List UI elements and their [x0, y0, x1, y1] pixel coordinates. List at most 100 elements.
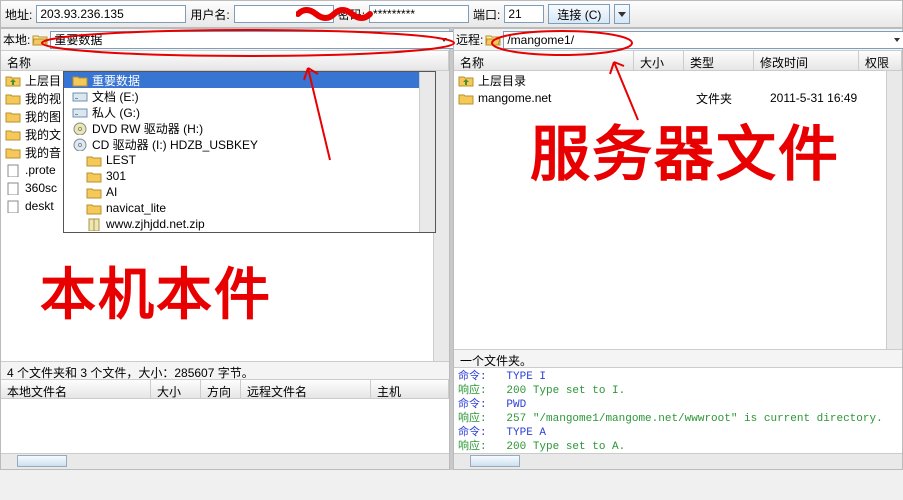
log-text: 200 Type set to I. [506, 385, 625, 397]
drive-icon [72, 90, 88, 103]
local-hscrollbar[interactable] [1, 453, 449, 469]
dropdown-item[interactable]: 301 [64, 168, 435, 184]
cell-name: mangome.net [478, 91, 638, 105]
log-text: PWD [506, 399, 526, 411]
remote-path-label: 远程: [456, 31, 483, 48]
remote-path-dropdown-icon[interactable] [894, 38, 900, 42]
list-item[interactable]: mangome.net 文件夹 2011-5-31 16:49 [454, 89, 902, 107]
server-log[interactable]: 命令: TYPE I响应: 200 Type set to I.命令: PWD响… [454, 367, 902, 453]
transfer-queue-body[interactable] [1, 399, 449, 453]
dropdown-item-label: 文档 (E:) [92, 88, 139, 105]
dropdown-item[interactable]: www.zjhjdd.net.zip [64, 216, 435, 232]
file-icon [5, 164, 21, 177]
local-path-label: 本地: [3, 31, 30, 48]
dropdown-item-label: navicat_lite [106, 201, 166, 215]
port-label: 端口: [473, 6, 500, 23]
remote-hscrollbar[interactable] [454, 453, 902, 469]
folder-icon [485, 33, 501, 47]
cell-name: 上层目录 [478, 72, 638, 89]
local-filelist[interactable]: 上层目我的视我的图我的文我的音.prote360scdeskt 重要数据文档 (… [1, 71, 449, 361]
scrollbar-icon[interactable] [419, 72, 435, 232]
address-input[interactable] [36, 5, 186, 23]
col-local-file[interactable]: 本地文件名 [1, 380, 151, 398]
col-direction[interactable]: 方向 [201, 380, 241, 398]
folder-icon [86, 202, 102, 215]
folder-icon [86, 154, 102, 167]
log-line: 响应: 257 "/mangome1/mangome.net/wwwroot" … [458, 412, 898, 426]
local-statusbar: 4 个文件夹和 3 个文件，大小：285607 字节。 [1, 361, 449, 379]
folder-icon [5, 92, 21, 105]
dropdown-item-label: 私人 (G:) [92, 104, 140, 121]
local-path-row: 本地: [1, 29, 449, 51]
remote-filelist[interactable]: 上层目录 mangome.net 文件夹 2011-5-31 16:49 [454, 71, 902, 349]
col-name[interactable]: 名称 [454, 51, 634, 70]
log-line: 命令: TYPE A [458, 426, 898, 440]
list-item[interactable]: 上层目录 [454, 71, 902, 89]
col-size[interactable]: 大小 [151, 380, 201, 398]
remote-statusbar: 一个文件夹。 [454, 349, 902, 367]
dvd-icon [72, 122, 88, 135]
dropdown-item-label: AI [106, 185, 117, 199]
dropdown-item-label: 重要数据 [92, 72, 140, 89]
local-pane: 本地: 名称 上层目我的视我的图我的文我的音.prote360scdeskt 重… [0, 28, 450, 470]
log-label: 响应: [458, 413, 487, 425]
local-path-dropdown[interactable]: 重要数据文档 (E:)私人 (G:)DVD RW 驱动器 (H:)CD 驱动器 … [63, 71, 436, 233]
up-icon [5, 74, 21, 87]
password-label: 密码: [338, 6, 365, 23]
dropdown-item-label: CD 驱动器 (I:) HDZB_USBKEY [92, 136, 258, 153]
log-label: 响应: [458, 385, 487, 397]
file-icon [5, 200, 21, 213]
dropdown-item[interactable]: 重要数据 [64, 72, 435, 88]
connection-toolbar: 地址: 用户名: 密码: 端口: 连接 (C) [0, 0, 903, 28]
cd-icon [72, 138, 88, 151]
drive-icon [72, 106, 88, 119]
username-input[interactable] [234, 5, 334, 23]
log-label: 命令: [458, 427, 487, 439]
log-text: TYPE I [506, 371, 546, 383]
remote-path-input[interactable] [503, 31, 903, 49]
dropdown-item[interactable]: CD 驱动器 (I:) HDZB_USBKEY [64, 136, 435, 152]
port-input[interactable] [504, 5, 544, 23]
dropdown-item-label: LEST [106, 153, 136, 167]
dropdown-item[interactable]: 文档 (E:) [64, 88, 435, 104]
log-text: TYPE A [506, 427, 546, 439]
folder-icon [72, 74, 88, 87]
col-size[interactable]: 大小 [634, 51, 684, 70]
file-icon [5, 182, 21, 195]
dropdown-item[interactable]: AI [64, 184, 435, 200]
col-remote-file[interactable]: 远程文件名 [241, 380, 371, 398]
folder-icon [86, 186, 102, 199]
transfer-queue-headers: 本地文件名 大小 方向 远程文件名 主机 [1, 379, 449, 399]
col-host[interactable]: 主机 [371, 380, 449, 398]
dropdown-item[interactable]: 私人 (G:) [64, 104, 435, 120]
dropdown-item[interactable]: LEST [64, 152, 435, 168]
cell-type: 文件夹 [696, 90, 766, 107]
up-icon [458, 74, 474, 87]
log-label: 命令: [458, 371, 487, 383]
folder-icon [86, 170, 102, 183]
col-name[interactable]: 名称 [1, 51, 449, 70]
col-type[interactable]: 类型 [684, 51, 754, 70]
dropdown-item[interactable]: navicat_lite [64, 200, 435, 216]
dropdown-item-label: 301 [106, 169, 126, 183]
log-label: 响应: [458, 441, 487, 453]
local-path-dropdown-icon[interactable] [441, 38, 447, 42]
col-perm[interactable]: 权限 [859, 51, 902, 70]
col-mtime[interactable]: 修改时间 [754, 51, 859, 70]
local-path-input[interactable] [50, 31, 455, 49]
connect-button[interactable]: 连接 (C) [548, 4, 610, 24]
scrollbar-icon[interactable] [886, 71, 902, 349]
log-text: 257 "/mangome1/mangome.net/wwwroot" is c… [506, 413, 882, 425]
connect-dropdown-arrow[interactable] [614, 4, 630, 24]
dropdown-item[interactable]: DVD RW 驱动器 (H:) [64, 120, 435, 136]
folder-icon [5, 128, 21, 141]
log-line: 命令: TYPE I [458, 370, 898, 384]
local-column-headers: 名称 [1, 51, 449, 71]
remote-path-row: 远程: [454, 29, 902, 51]
folder-icon [458, 92, 474, 105]
password-input[interactable] [369, 5, 469, 23]
cell-mtime: 2011-5-31 16:49 [770, 91, 890, 105]
remote-column-headers: 名称 大小 类型 修改时间 权限 [454, 51, 902, 71]
folder-icon [5, 146, 21, 159]
folder-icon [5, 110, 21, 123]
